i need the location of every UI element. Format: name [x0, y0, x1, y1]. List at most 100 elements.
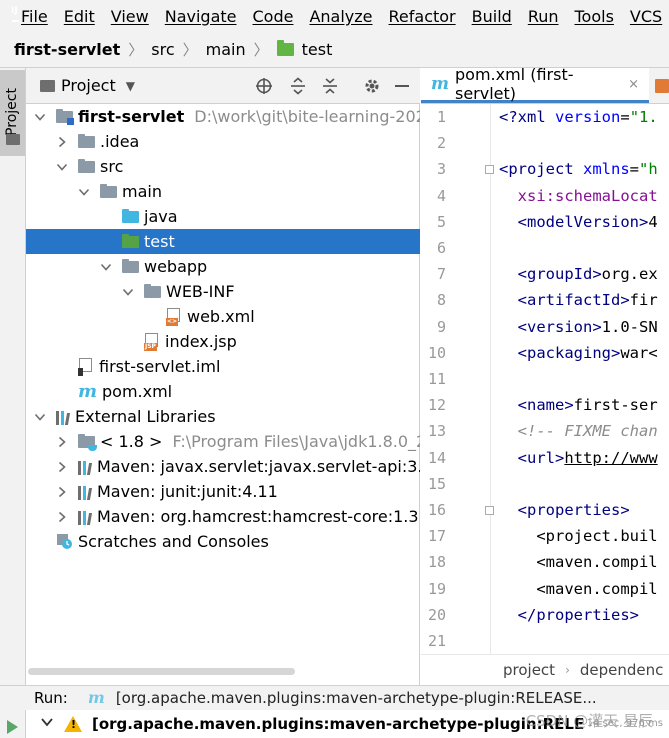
tree-item-label: Maven: javax.servlet:javax.servlet-api:3…: [97, 457, 420, 476]
chevron-down-icon[interactable]: [40, 715, 54, 733]
tree-item[interactable]: src: [26, 154, 420, 179]
tree-item-label: WEB-INF: [166, 282, 235, 301]
chevron-right-icon[interactable]: [56, 436, 68, 448]
tree-item-label: src: [100, 157, 124, 176]
line-number: 13: [427, 422, 446, 441]
breadcrumb-project[interactable]: first-servlet: [14, 40, 120, 59]
close-icon[interactable]: ×: [628, 77, 639, 92]
code-line: xsi:schemaLocat: [517, 186, 658, 205]
menu-navigate[interactable]: Navigate: [165, 7, 237, 26]
editor-breadcrumb: project › dependenc: [421, 654, 669, 685]
left-tool-stripe: Project: [0, 68, 26, 685]
project-tool-window-button[interactable]: Project: [0, 70, 25, 156]
chevron-down-icon[interactable]: [34, 111, 46, 123]
line-number: 15: [427, 474, 446, 493]
tab-next-file[interactable]: [649, 68, 669, 103]
tree-item[interactable]: WEB-INF: [26, 279, 420, 304]
tree-item[interactable]: test: [26, 229, 420, 254]
line-number-gutter: 1 2 3 4 5 6 7 8 9 10 11 12 13 14 15 16 17 18 19 20 21: [421, 104, 494, 654]
tree-item[interactable]: JSP index.jsp: [26, 329, 420, 354]
libraries-icon: [56, 409, 71, 425]
line-number: 10: [427, 343, 446, 362]
tree-item[interactable]: <> web.xml: [26, 304, 420, 329]
chevron-down-icon[interactable]: [34, 411, 46, 423]
line-number: 11: [427, 370, 446, 388]
minimize-icon[interactable]: [392, 76, 412, 96]
menu-build[interactable]: Build: [472, 7, 512, 26]
breadcrumb-main[interactable]: main: [206, 40, 246, 59]
menu-view[interactable]: View: [111, 7, 149, 26]
maven-icon: m: [87, 688, 105, 707]
tab-pom-xml[interactable]: m pom.xml (first-servlet) ×: [421, 65, 649, 103]
editor-breadcrumb-project[interactable]: project: [503, 661, 555, 679]
module-icon: [56, 108, 74, 125]
chevron-down-icon[interactable]: ▼: [126, 79, 135, 93]
expand-all-icon[interactable]: [288, 76, 308, 96]
code-line: <!-- FIXME chan: [517, 422, 658, 441]
jsp-file-icon: [655, 78, 669, 93]
tree-item[interactable]: Maven: javax.servlet:javax.servlet-api:3…: [26, 454, 420, 479]
code-line: <project xmlns="h: [499, 160, 658, 179]
tree-item[interactable]: Scratches and Consoles: [26, 529, 420, 554]
menu-bar: File Edit View Navigate Code Analyze Ref…: [0, 0, 669, 32]
run-output-text[interactable]: [org.apache.maven.plugins:maven-archetyp…: [92, 715, 584, 733]
tree-item[interactable]: webapp: [26, 254, 420, 279]
gear-icon[interactable]: [362, 76, 382, 96]
chevron-down-icon[interactable]: [56, 161, 68, 173]
line-number: 19: [427, 579, 446, 598]
tree-item[interactable]: .idea: [26, 129, 420, 154]
folder-icon: [144, 283, 161, 300]
menu-file[interactable]: File: [21, 7, 48, 26]
collapse-all-icon[interactable]: [320, 76, 340, 96]
chevron-right-icon: 〉: [253, 41, 269, 59]
folder-icon: [122, 208, 139, 225]
run-tab-label[interactable]: [org.apache.maven.plugins:maven-archetyp…: [116, 689, 597, 707]
line-number: 14: [427, 448, 446, 467]
menu-vcs[interactable]: VCS: [630, 7, 662, 26]
line-number: 5: [436, 212, 446, 231]
tree-item[interactable]: first-servlet D:\work\git\bite-learning-2…: [26, 104, 420, 129]
code-editor[interactable]: <?xml version="1. <project xmlns="h xsi:s…: [499, 104, 669, 654]
rerun-button[interactable]: [0, 710, 26, 738]
chevron-down-icon[interactable]: [78, 186, 90, 198]
fold-marker-icon[interactable]: [485, 165, 494, 175]
breadcrumb-src[interactable]: src: [151, 40, 174, 59]
horizontal-scrollbar[interactable]: [26, 666, 420, 676]
menu-run[interactable]: Run: [528, 7, 559, 26]
code-line: <version>1.0-SN: [517, 317, 658, 336]
library-icon: [78, 484, 93, 500]
project-view-selector[interactable]: Project: [61, 76, 116, 95]
line-number: 7: [436, 265, 446, 284]
tree-item-label: pom.xml: [102, 382, 173, 401]
tree-item[interactable]: main: [26, 179, 420, 204]
line-number: 16: [427, 501, 446, 519]
menu-tools[interactable]: Tools: [575, 7, 614, 26]
tree-item[interactable]: Maven: junit:junit:4.11: [26, 479, 420, 504]
tree-item[interactable]: Maven: org.hamcrest:hamcrest-core:1.3: [26, 504, 420, 529]
editor-tab-bar: m pom.xml (first-servlet) ×: [421, 65, 669, 104]
menu-refactor[interactable]: Refactor: [389, 7, 456, 26]
chevron-down-icon[interactable]: [122, 286, 134, 298]
breadcrumb-test-item[interactable]: test: [276, 40, 332, 59]
tree-item[interactable]: External Libraries: [26, 404, 420, 429]
tree-item[interactable]: < 1.8 > F:\Program Files\Java\jdk1.8.0_26…: [26, 429, 420, 454]
tree-item-label: < 1.8 >: [100, 432, 163, 451]
tree-item-label: first-servlet: [78, 107, 185, 126]
chevron-right-icon[interactable]: [56, 461, 68, 473]
code-line: <modelVersion>4: [517, 212, 658, 231]
tree-item[interactable]: first-servlet.iml: [26, 354, 420, 379]
editor-breadcrumb-dependencies[interactable]: dependenc: [580, 661, 664, 679]
scrollbar-thumb[interactable]: [28, 668, 295, 675]
chevron-right-icon[interactable]: [56, 511, 68, 523]
chevron-right-icon[interactable]: [56, 136, 68, 148]
menu-code[interactable]: Code: [253, 7, 294, 26]
menu-analyze[interactable]: Analyze: [309, 7, 372, 26]
menu-edit[interactable]: Edit: [64, 7, 95, 26]
chevron-right-icon[interactable]: [56, 486, 68, 498]
fold-marker-icon[interactable]: [485, 506, 494, 515]
locate-icon[interactable]: [254, 76, 274, 96]
tree-item[interactable]: java: [26, 204, 420, 229]
chevron-down-icon[interactable]: [100, 261, 112, 273]
tree-item[interactable]: m pom.xml: [26, 379, 420, 404]
tree-item-label: Maven: junit:junit:4.11: [97, 482, 278, 501]
